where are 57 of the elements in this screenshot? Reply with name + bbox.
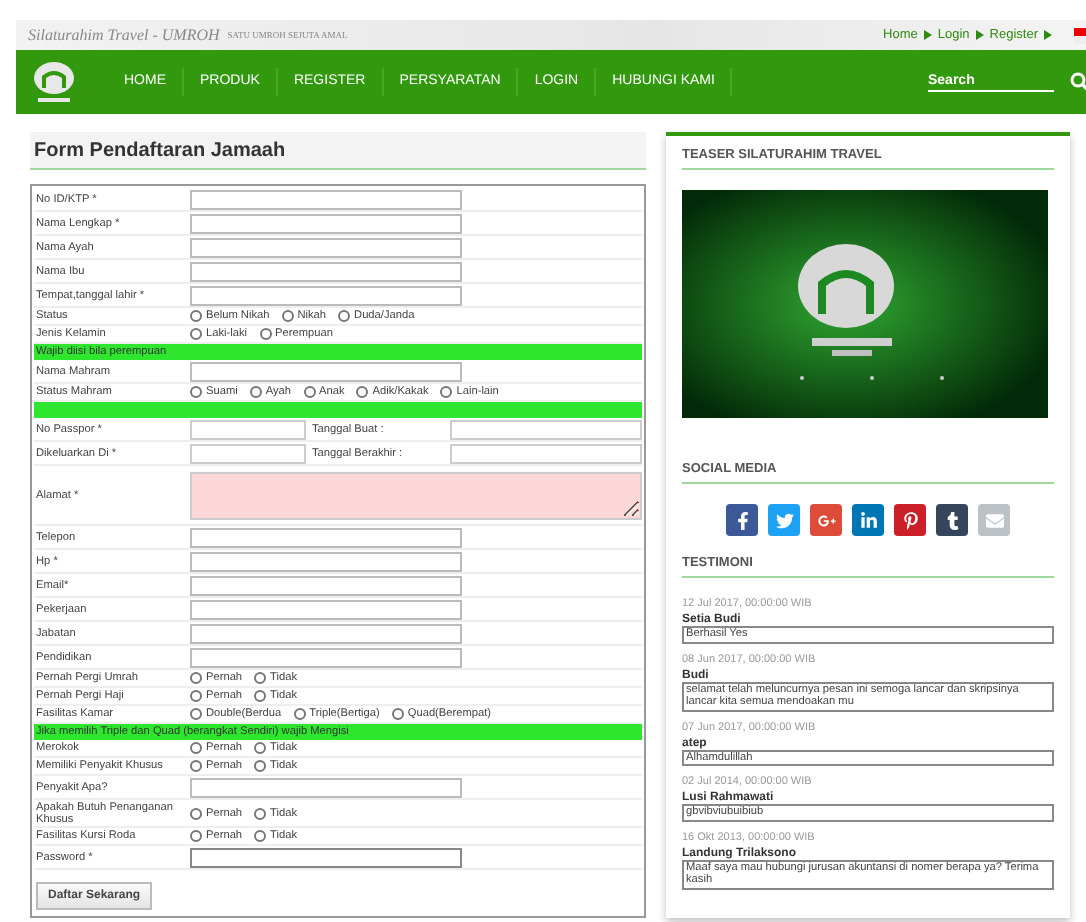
radio-icon[interactable] xyxy=(259,328,272,340)
flag-icon xyxy=(1074,27,1086,43)
triangle-icon xyxy=(975,30,984,40)
text-input[interactable] xyxy=(190,419,306,439)
radio-icon[interactable] xyxy=(190,760,202,772)
twitter-icon[interactable] xyxy=(768,504,800,536)
text-input[interactable] xyxy=(190,189,462,209)
text-input[interactable] xyxy=(190,599,462,619)
radio-icon[interactable] xyxy=(190,742,202,754)
form-title: Form Pendaftaran Jamaah xyxy=(30,132,646,170)
logo-icon[interactable] xyxy=(28,58,80,106)
linkedin-icon[interactable] xyxy=(852,504,884,536)
radio-icon[interactable] xyxy=(190,807,202,819)
text-input[interactable] xyxy=(190,261,462,281)
text-input[interactable] xyxy=(190,527,462,547)
radio-icon[interactable] xyxy=(303,386,316,398)
radio-icon[interactable] xyxy=(249,386,262,398)
facebook-icon[interactable] xyxy=(726,504,758,536)
radio-icon[interactable] xyxy=(190,690,202,702)
text-input[interactable] xyxy=(190,285,462,305)
radio-icon[interactable] xyxy=(254,807,267,819)
text-input[interactable] xyxy=(190,777,462,797)
radio-icon[interactable] xyxy=(254,830,267,842)
radio-icon[interactable] xyxy=(190,708,202,720)
search-icon[interactable] xyxy=(1070,72,1086,92)
radio-icon[interactable] xyxy=(281,310,294,322)
radio-icon[interactable] xyxy=(254,760,267,772)
radio-icon[interactable] xyxy=(254,742,267,754)
radio-icon[interactable] xyxy=(293,708,306,720)
text-input[interactable] xyxy=(190,647,462,667)
text-input[interactable] xyxy=(190,551,462,571)
radio-icon[interactable] xyxy=(190,830,202,842)
text-input[interactable] xyxy=(190,443,306,463)
text-input[interactable] xyxy=(450,419,642,439)
password-input[interactable] xyxy=(190,847,462,867)
text-input[interactable] xyxy=(190,213,462,233)
radio-icon[interactable] xyxy=(190,672,202,684)
text-input[interactable] xyxy=(190,623,462,643)
triangle-icon xyxy=(1044,30,1052,40)
tumblr-icon[interactable] xyxy=(936,504,968,536)
radio-icon[interactable] xyxy=(190,310,202,322)
site-title: Silaturahim Travel - UMROH xyxy=(28,26,220,44)
text-input[interactable] xyxy=(190,361,462,381)
google-plus-icon[interactable] xyxy=(810,504,842,536)
radio-icon[interactable] xyxy=(190,386,202,398)
text-input[interactable] xyxy=(190,237,462,257)
radio-icon[interactable] xyxy=(338,310,351,322)
text-input[interactable] xyxy=(450,443,642,463)
radio-icon[interactable] xyxy=(391,708,404,720)
pinterest-icon[interactable] xyxy=(894,504,926,536)
radio-icon[interactable] xyxy=(440,386,453,398)
radio-icon[interactable] xyxy=(190,328,202,340)
radio-icon[interactable] xyxy=(254,672,267,684)
text-input[interactable] xyxy=(190,575,462,595)
radio-icon[interactable] xyxy=(254,690,267,702)
radio-icon[interactable] xyxy=(356,386,369,398)
triangle-icon xyxy=(923,30,932,40)
